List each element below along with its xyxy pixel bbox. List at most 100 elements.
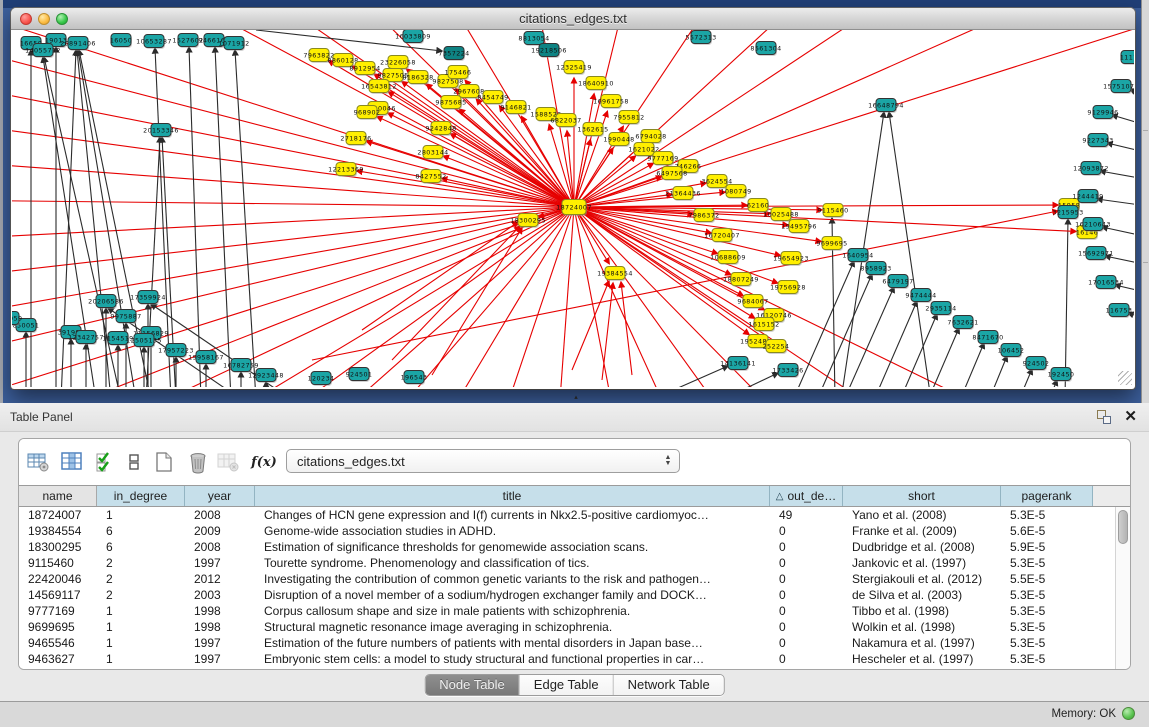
column-header-name[interactable]: name	[19, 486, 97, 506]
graph-node[interactable]: 9129946	[1087, 106, 1118, 121]
delete-trash-icon[interactable]	[185, 449, 211, 475]
table-row[interactable]: 946362711997Embryonic stem cells: a mode…	[19, 651, 1130, 667]
cell-name[interactable]: 9115460	[19, 555, 97, 571]
graph-node[interactable]: 16720407	[704, 229, 740, 244]
red-edge[interactable]	[357, 171, 574, 207]
cell-name[interactable]: 9465546	[19, 635, 97, 651]
graph-node[interactable]: 15692971	[1078, 247, 1114, 262]
window-resize-grip[interactable]	[1118, 371, 1132, 385]
graph-node[interactable]: 9115460	[817, 204, 848, 219]
graph-node[interactable]: 9699695	[816, 237, 847, 252]
graph-node[interactable]: 19756928	[770, 281, 806, 296]
new-file-icon[interactable]	[151, 449, 177, 475]
cell-in_degree[interactable]: 1	[97, 651, 185, 667]
black-edge[interactable]	[215, 47, 231, 387]
graph-node[interactable]: 12093872	[1073, 162, 1109, 177]
red-edge[interactable]	[574, 207, 712, 387]
graph-node[interactable]: 2718176	[340, 132, 371, 147]
panel-splitter-handle[interactable]: ▴	[571, 394, 581, 401]
red-edge[interactable]	[574, 30, 1134, 207]
cell-in_degree[interactable]: 1	[97, 619, 185, 635]
cell-in_degree[interactable]: 2	[97, 587, 185, 603]
graph-node[interactable]: 3215953	[1052, 206, 1083, 221]
cell-year[interactable]: 2008	[185, 507, 255, 523]
column-header-short[interactable]: short	[843, 486, 1001, 506]
graph-node[interactable]: 20891406	[60, 37, 96, 52]
black-edge[interactable]	[1115, 285, 1134, 296]
black-edge[interactable]	[1019, 369, 1032, 387]
graph-node[interactable]: 9474444	[905, 289, 936, 304]
cell-title[interactable]: Changes of HCN gene expression and I(f) …	[255, 507, 770, 523]
graph-node[interactable]: 16648794	[868, 99, 904, 114]
cell-short[interactable]: Dudbridge et al. (2008)	[843, 539, 1001, 555]
column-header-out_de[interactable]: △out_de…	[770, 486, 843, 506]
cell-out_de[interactable]: 0	[770, 555, 843, 571]
graph-node[interactable]: 1640954	[842, 249, 873, 264]
red-edge[interactable]	[574, 207, 1012, 387]
cell-in_degree[interactable]: 2	[97, 571, 185, 587]
row-selector-icon[interactable]	[121, 449, 147, 475]
graph-node[interactable]: 5572313	[685, 31, 716, 46]
table-row[interactable]: 911546021997Tourette syndrome. Phenomeno…	[19, 555, 1130, 571]
float-panel-icon[interactable]	[1097, 410, 1111, 424]
memory-status-indicator[interactable]	[1122, 707, 1135, 720]
cell-in_degree[interactable]: 1	[97, 603, 185, 619]
black-edge[interactable]	[1102, 227, 1134, 240]
graph-node[interactable]: 16033809	[395, 30, 431, 44]
cell-out_de[interactable]: 0	[770, 603, 843, 619]
graph-node[interactable]: 16543812	[361, 80, 397, 95]
graph-node[interactable]: 21364436	[665, 187, 701, 202]
graph-node[interactable]: 23226058	[380, 56, 416, 71]
graph-node[interactable]: 12505135	[126, 334, 162, 349]
column-header-in_degree[interactable]: in_degree	[97, 486, 185, 506]
cell-out_de[interactable]: 0	[770, 539, 843, 555]
black-edge[interactable]	[817, 274, 872, 387]
cell-pagerank[interactable]: 5.3E-5	[1001, 587, 1093, 603]
cell-year[interactable]: 2003	[185, 587, 255, 603]
table-row[interactable]: 1456911722003Disruption of a novel membe…	[19, 587, 1130, 603]
graph-node[interactable]: 18807249	[723, 273, 759, 288]
graph-node[interactable]: 252254	[763, 340, 790, 355]
cell-title[interactable]: Corpus callosum shape and size in male p…	[255, 603, 770, 619]
graph-node[interactable]: 11172	[1120, 51, 1134, 66]
black-edge[interactable]	[928, 328, 959, 387]
cell-short[interactable]: Hescheler et al. (1997)	[843, 651, 1001, 667]
graph-node[interactable]: 14136141	[720, 357, 756, 372]
graph-node[interactable]: 2935114	[925, 302, 956, 317]
vertical-scrollbar[interactable]	[1115, 507, 1130, 670]
black-edge[interactable]	[889, 112, 931, 387]
graph-node[interactable]: 12342757	[68, 331, 104, 346]
table-selector-dropdown[interactable]: citations_edges.txt ▲▼	[286, 449, 680, 473]
cell-year[interactable]: 1997	[185, 651, 255, 667]
graph-node[interactable]: 9227343	[1082, 134, 1113, 149]
red-edge[interactable]	[12, 207, 574, 240]
table-row[interactable]: 977716911998Corpus callosum shape and si…	[19, 603, 1130, 619]
black-edge[interactable]	[1097, 199, 1134, 208]
cell-title[interactable]: Tourette syndrome. Phenomenology and cla…	[255, 555, 770, 571]
red-edge[interactable]	[552, 207, 574, 387]
cell-short[interactable]: Franke et al. (2009)	[843, 523, 1001, 539]
cell-short[interactable]: Stergiakouli et al. (2012)	[843, 571, 1001, 587]
cell-year[interactable]: 2009	[185, 523, 255, 539]
graph-node[interactable]: 12325419	[556, 61, 592, 76]
graph-node[interactable]: 8471670	[972, 331, 1003, 346]
table-row[interactable]: 1938455462009Genome-wide association stu…	[19, 523, 1130, 539]
graph-node[interactable]: 9684067	[737, 295, 768, 310]
graph-node[interactable]: 18640910	[578, 77, 614, 92]
cell-title[interactable]: Genome-wide association studies in ADHD.	[255, 523, 770, 539]
cell-title[interactable]: Embryonic stem cells: a model to study s…	[255, 651, 770, 667]
graph-node[interactable]: 19495796	[781, 220, 817, 235]
graph-node[interactable]: 120234	[308, 372, 335, 387]
cell-pagerank[interactable]: 5.3E-5	[1001, 507, 1093, 523]
network-window[interactable]: citations_edges.txt 79638228860128891295…	[11, 8, 1135, 389]
cell-name[interactable]: 14569117	[19, 587, 97, 603]
cell-out_de[interactable]: 0	[770, 523, 843, 539]
column-header-pagerank[interactable]: pagerank	[1001, 486, 1093, 506]
table-row[interactable]: 946554611997Estimation of the future num…	[19, 635, 1130, 651]
graph-node[interactable]: 8186328	[402, 71, 433, 86]
black-edge[interactable]	[189, 47, 201, 387]
graph-node[interactable]: 116753	[1106, 304, 1133, 319]
tab-network-table[interactable]: Network Table	[614, 675, 724, 695]
black-edge[interactable]	[1112, 115, 1134, 130]
graph-node[interactable]: 6479197	[882, 275, 913, 290]
